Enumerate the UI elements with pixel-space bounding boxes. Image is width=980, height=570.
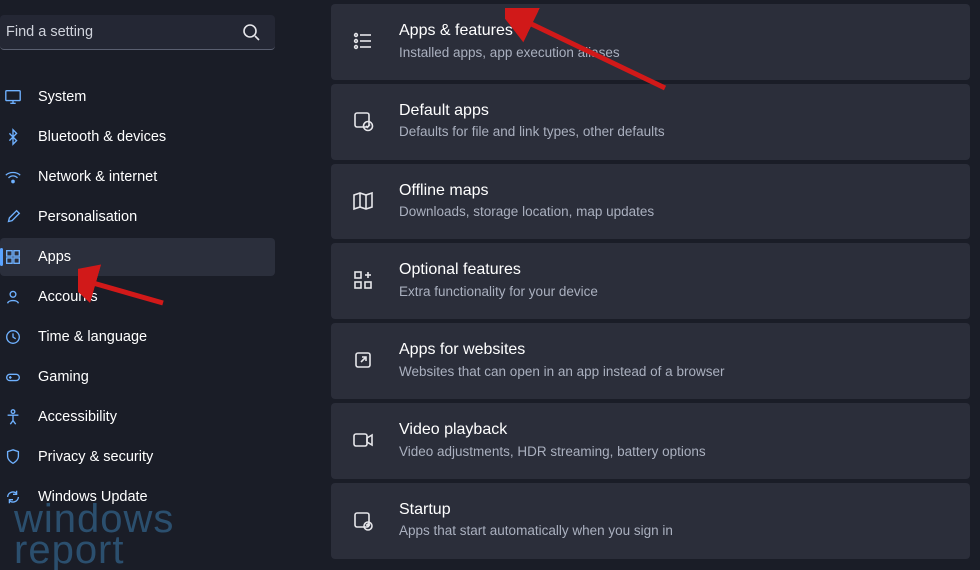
open-external-icon	[351, 348, 375, 372]
sidebar-item-bluetooth[interactable]: Bluetooth & devices	[0, 118, 275, 156]
card-desc: Video adjustments, HDR streaming, batter…	[399, 443, 706, 461]
card-desc: Defaults for file and link types, other …	[399, 123, 665, 141]
card-offline-maps[interactable]: Offline maps Downloads, storage location…	[331, 164, 970, 240]
clock-icon	[4, 328, 22, 346]
sidebar-item-label: Windows Update	[38, 489, 148, 505]
sidebar-item-label: Time & language	[38, 329, 147, 345]
card-startup[interactable]: Startup Apps that start automatically wh…	[331, 483, 970, 559]
sidebar-item-label: Privacy & security	[38, 449, 153, 465]
card-desc: Apps that start automatically when you s…	[399, 522, 673, 540]
card-desc: Websites that can open in an app instead…	[399, 363, 724, 381]
card-title: Apps & features	[399, 20, 620, 42]
card-desc: Installed apps, app execution aliases	[399, 44, 620, 62]
sidebar-item-label: Accounts	[38, 289, 98, 305]
card-title: Optional features	[399, 259, 598, 281]
search-icon	[241, 22, 261, 42]
sidebar-item-time-language[interactable]: Time & language	[0, 318, 275, 356]
card-desc: Downloads, storage location, map updates	[399, 203, 654, 221]
sidebar-item-label: Accessibility	[38, 409, 117, 425]
sidebar-item-apps[interactable]: Apps	[0, 238, 275, 276]
update-icon	[4, 488, 22, 506]
startup-icon	[351, 508, 375, 532]
sidebar-item-label: Personalisation	[38, 209, 137, 225]
wifi-icon	[4, 168, 22, 186]
sidebar-item-network[interactable]: Network & internet	[0, 158, 275, 196]
card-title: Offline maps	[399, 180, 654, 202]
search-row	[0, 15, 275, 50]
card-apps-features[interactable]: Apps & features Installed apps, app exec…	[331, 4, 970, 80]
sidebar-item-accounts[interactable]: Accounts	[0, 278, 275, 316]
brush-icon	[4, 208, 22, 226]
sidebar-nav: System Bluetooth & devices Network & int…	[0, 78, 283, 516]
card-text: Optional features Extra functionality fo…	[399, 259, 598, 301]
map-icon	[351, 189, 375, 213]
card-title: Video playback	[399, 419, 706, 441]
list-icon	[351, 29, 375, 53]
bluetooth-icon	[4, 128, 22, 146]
sidebar-item-label: Network & internet	[38, 169, 157, 185]
sidebar: System Bluetooth & devices Network & int…	[0, 0, 283, 570]
sidebar-item-windows-update[interactable]: Windows Update	[0, 478, 275, 516]
shield-icon	[4, 448, 22, 466]
sidebar-item-personalisation[interactable]: Personalisation	[0, 198, 275, 236]
card-text: Apps for websites Websites that can open…	[399, 339, 724, 381]
card-title: Startup	[399, 499, 673, 521]
gamepad-icon	[4, 368, 22, 386]
card-default-apps[interactable]: Default apps Defaults for file and link …	[331, 84, 970, 160]
accessibility-icon	[4, 408, 22, 426]
sidebar-item-label: Bluetooth & devices	[38, 129, 166, 145]
card-text: Startup Apps that start automatically wh…	[399, 499, 673, 541]
card-text: Offline maps Downloads, storage location…	[399, 180, 654, 222]
sidebar-item-accessibility[interactable]: Accessibility	[0, 398, 275, 436]
sidebar-item-label: Apps	[38, 249, 71, 265]
apps-icon	[4, 248, 22, 266]
card-optional-features[interactable]: Optional features Extra functionality fo…	[331, 243, 970, 319]
sidebar-item-label: System	[38, 89, 86, 105]
card-title: Default apps	[399, 100, 665, 122]
grid-plus-icon	[351, 268, 375, 292]
card-text: Video playback Video adjustments, HDR st…	[399, 419, 706, 461]
sidebar-item-label: Gaming	[38, 369, 89, 385]
card-video-playback[interactable]: Video playback Video adjustments, HDR st…	[331, 403, 970, 479]
sidebar-item-gaming[interactable]: Gaming	[0, 358, 275, 396]
default-apps-icon	[351, 109, 375, 133]
card-desc: Extra functionality for your device	[399, 283, 598, 301]
person-icon	[4, 288, 22, 306]
card-text: Default apps Defaults for file and link …	[399, 100, 665, 142]
card-apps-for-websites[interactable]: Apps for websites Websites that can open…	[331, 323, 970, 399]
card-title: Apps for websites	[399, 339, 724, 361]
sidebar-item-system[interactable]: System	[0, 78, 275, 116]
monitor-icon	[4, 88, 22, 106]
sidebar-item-privacy[interactable]: Privacy & security	[0, 438, 275, 476]
video-icon	[351, 428, 375, 452]
card-text: Apps & features Installed apps, app exec…	[399, 20, 620, 62]
main-panel: Apps & features Installed apps, app exec…	[283, 0, 980, 570]
search-input[interactable]	[0, 15, 275, 50]
